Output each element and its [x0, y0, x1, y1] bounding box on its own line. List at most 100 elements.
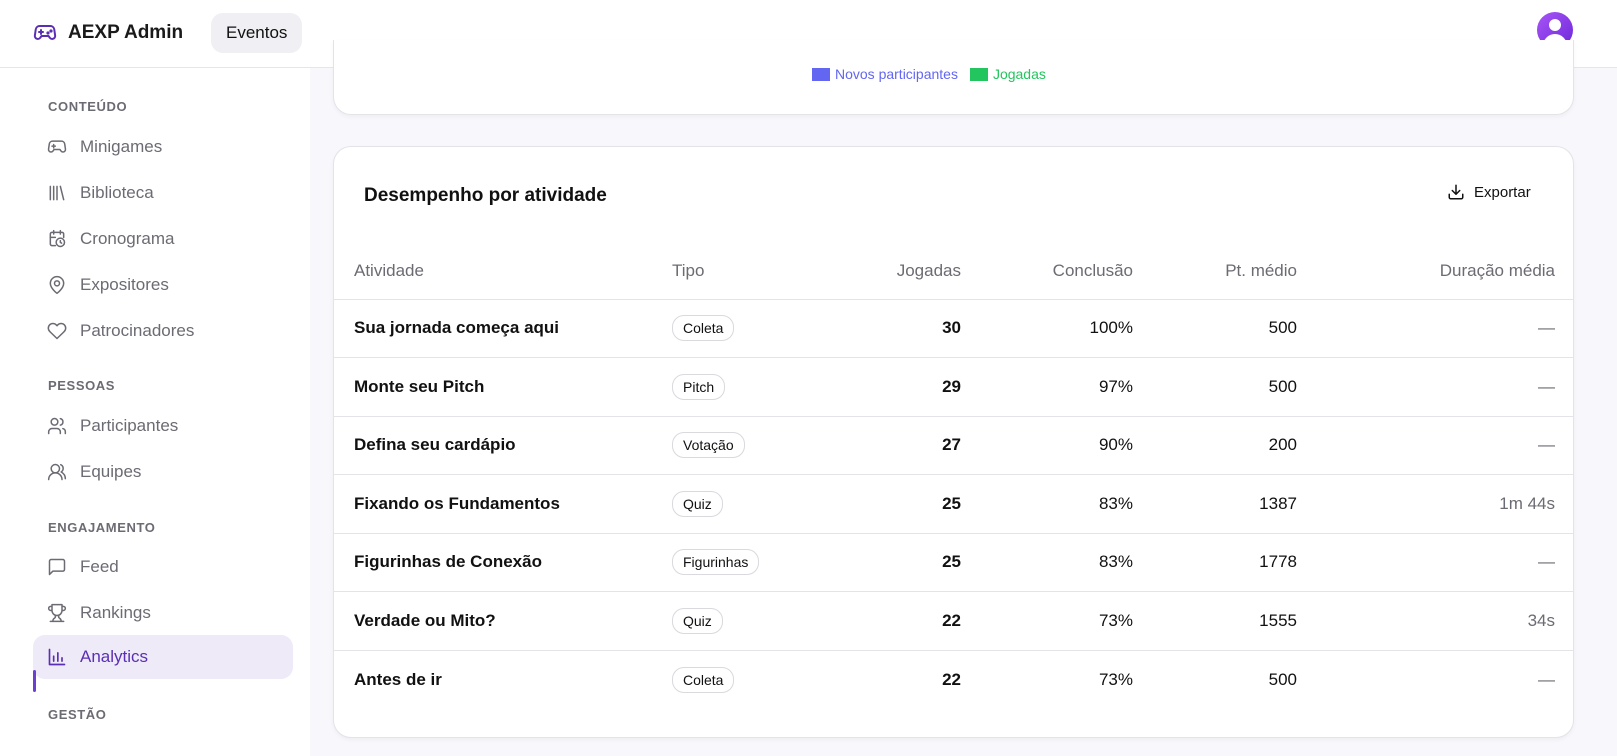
cell-atividade: Antes de ir [354, 669, 442, 689]
sidebar-item-biblioteca[interactable]: Biblioteca [33, 171, 293, 215]
download-icon [1448, 184, 1464, 200]
section-label-gestao: GESTÃO [48, 707, 107, 722]
type-badge: Coleta [672, 315, 735, 342]
type-badge: Votação [672, 432, 745, 459]
type-badge: Pitch [672, 373, 726, 400]
cell-conclusao: 90% [961, 416, 1133, 475]
sidebar-item-label: Minigames [80, 137, 163, 156]
sidebar-item-label: Biblioteca [80, 183, 154, 202]
legend-label: Novos participantes [835, 66, 958, 82]
sidebar-item-patrocinadores[interactable]: Patrocinadores [33, 309, 293, 353]
legend-swatch [812, 67, 830, 81]
table-row[interactable]: Antes de ir Coleta 22 73% 500 — [334, 650, 1573, 709]
sidebar-item-rankings[interactable]: Rankings [33, 591, 293, 635]
message-square-icon [48, 558, 66, 576]
performance-card: Desempenho por atividade Exportar Ativid… [333, 146, 1574, 738]
col-pt-medio[interactable]: Pt. médio [1133, 243, 1297, 300]
col-tipo[interactable]: Tipo [672, 243, 842, 300]
col-conclusao[interactable]: Conclusão [961, 243, 1133, 300]
col-jogadas[interactable]: Jogadas [842, 243, 961, 300]
performance-table: Atividade Tipo Jogadas Conclusão Pt. méd… [334, 243, 1573, 709]
cell-atividade: Figurinhas de Conexão [334, 533, 672, 592]
nav-eventos[interactable]: Eventos [211, 13, 303, 53]
app-title: AEXP Admin [68, 22, 184, 43]
sidebar-item-equipes[interactable]: Equipes [33, 450, 293, 494]
card-title: Desempenho por atividade [364, 185, 607, 206]
cell-conclusao: 73% [1098, 669, 1133, 689]
table-row[interactable]: Fixando os Fundamentos Quiz 25 83% 1387 … [334, 474, 1573, 534]
legend-item-jogadas[interactable]: Jogadas [969, 66, 1046, 82]
user-icon-head [1549, 19, 1561, 31]
section-label-pessoas: PESSOAS [48, 378, 116, 393]
users-icon [47, 417, 67, 435]
col-duracao-media[interactable]: Duração média [1297, 243, 1573, 300]
sidebar-item-label: Analytics [80, 647, 149, 666]
type-badge: Coleta [672, 666, 735, 693]
cell-pt-medio: 500 [1133, 299, 1297, 358]
cell-duracao: — [1297, 416, 1573, 475]
sidebar-item-cronograma[interactable]: Cronograma [33, 217, 293, 261]
sidebar-item-label: Participantes [80, 416, 179, 435]
cell-pt-medio: 500 [1133, 357, 1297, 417]
cell-jogadas: 22 [942, 669, 961, 689]
section-label-engajamento: ENGAJAMENTO [48, 520, 156, 535]
type-badge: Quiz [672, 490, 723, 517]
table-row[interactable]: Verdade ou Mito? Quiz 22 73% 1555 34s [334, 591, 1573, 651]
sidebar: CONTEÚDO Minigames Biblioteca Cronograma… [0, 68, 310, 756]
cell-atividade: Sua jornada começa aqui [334, 299, 672, 358]
export-button[interactable]: Exportar [1447, 183, 1531, 201]
sidebar-item-minigames[interactable]: Minigames [33, 125, 293, 169]
table-row[interactable]: Monte seu Pitch Pitch 29 97% 500 — [334, 357, 1573, 417]
cell-duracao: — [1538, 669, 1555, 689]
cell-conclusao: 83% [961, 474, 1133, 534]
legend-label: Jogadas [992, 66, 1046, 82]
sidebar-item-participantes[interactable]: Participantes [33, 404, 293, 448]
sidebar-item-feed[interactable]: Feed [33, 545, 293, 589]
cell-jogadas: 27 [842, 416, 961, 475]
export-label: Exportar [1474, 183, 1531, 201]
cell-jogadas: 25 [842, 533, 961, 592]
cell-jogadas: 30 [842, 299, 961, 358]
brand[interactable]: AEXP Admin [32, 20, 183, 46]
cell-duracao: 34s [1297, 591, 1573, 651]
table-row[interactable]: Figurinhas de Conexão Figurinhas 25 83% … [334, 533, 1573, 592]
col-atividade[interactable]: Atividade [334, 243, 672, 300]
bar-chart-icon [48, 648, 66, 666]
sidebar-item-label: Feed [80, 557, 119, 576]
cell-atividade: Defina seu cardápio [334, 416, 672, 475]
section-label-conteudo: CONTEÚDO [48, 99, 128, 114]
heart-icon [47, 322, 67, 340]
cell-pt-medio: 200 [1133, 416, 1297, 475]
cell-pt-medio: 1555 [1133, 591, 1297, 651]
team-icon [47, 463, 67, 481]
sidebar-item-analytics[interactable]: Analytics [33, 635, 293, 679]
legend-item-novos-participantes[interactable]: Novos participantes [812, 66, 958, 82]
cell-atividade: Verdade ou Mito? [334, 591, 672, 651]
cell-jogadas: 29 [842, 357, 961, 417]
sidebar-item-label: Patrocinadores [80, 321, 195, 340]
library-icon [49, 185, 65, 201]
cell-duracao: — [1297, 299, 1573, 358]
type-badge: Figurinhas [672, 549, 760, 576]
cell-duracao: — [1297, 533, 1573, 592]
trophy-icon [47, 603, 67, 623]
sidebar-item-label: Cronograma [80, 229, 175, 248]
cell-conclusao: 97% [961, 357, 1133, 417]
sidebar-item-label: Expositores [80, 275, 169, 294]
cell-pt-medio: 500 [1268, 669, 1297, 689]
table-row[interactable]: Sua jornada começa aqui Coleta 30 100% 5… [334, 299, 1573, 358]
cell-duracao: 1m 44s [1297, 474, 1573, 534]
sidebar-item-expositores[interactable]: Expositores [33, 263, 293, 307]
sidebar-item-label: Equipes [80, 462, 142, 481]
chart-legend: Novos participantes Jogadas [812, 66, 1046, 82]
cell-conclusao: 83% [961, 533, 1133, 592]
type-badge: Quiz [672, 607, 723, 634]
cell-conclusao: 100% [961, 299, 1133, 358]
legend-swatch [969, 67, 988, 81]
table-header-row: Atividade Tipo Jogadas Conclusão Pt. méd… [334, 243, 1573, 300]
table-row[interactable]: Defina seu cardápio Votação 27 90% 200 — [334, 416, 1573, 475]
cell-pt-medio: 1778 [1133, 533, 1297, 592]
cell-jogadas: 25 [842, 474, 961, 534]
gamepad-icon [47, 140, 67, 153]
sidebar-item-label: Rankings [80, 603, 151, 622]
